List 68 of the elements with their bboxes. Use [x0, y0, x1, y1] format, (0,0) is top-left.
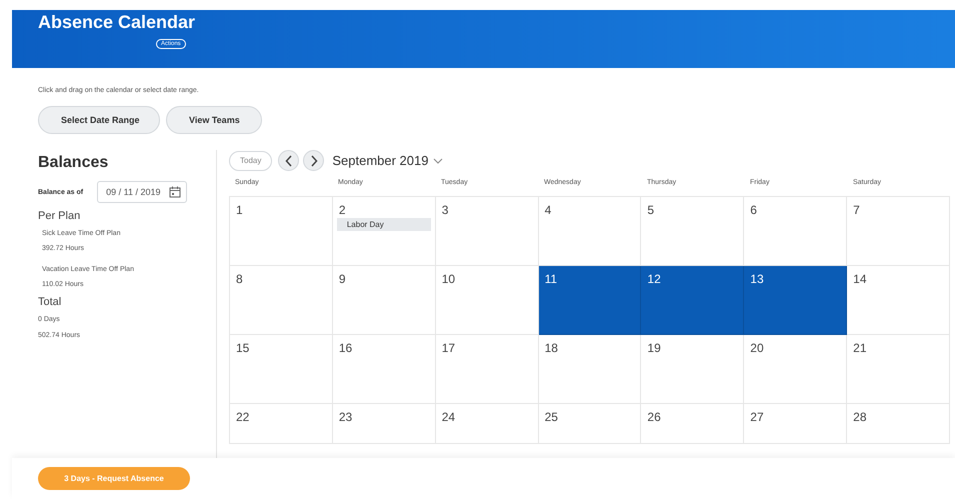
day-cell[interactable]: 7 [847, 197, 950, 266]
day-cell[interactable]: 17 [436, 335, 539, 404]
day-number: 27 [749, 410, 764, 424]
action-button[interactable]: View Teams [166, 106, 262, 134]
day-number: 15 [235, 341, 250, 355]
day-cell[interactable]: 13 [744, 266, 848, 335]
day-cell[interactable]: 14 [847, 266, 950, 335]
day-number: 7 [852, 203, 860, 217]
day-cell[interactable]: 15 [230, 335, 333, 404]
day-number: 10 [440, 272, 456, 286]
day-cell[interactable]: 19 [641, 335, 744, 404]
day-cell[interactable]: 28 [847, 404, 950, 444]
next-button[interactable] [303, 150, 324, 171]
day-cell[interactable]: 11 [538, 266, 642, 335]
chevron-left-icon [284, 154, 293, 166]
day-number: 21 [852, 341, 866, 355]
action-button[interactable]: Select Date Range [38, 106, 160, 134]
day-cell[interactable]: 26 [641, 404, 744, 444]
day-cell[interactable]: 20 [744, 335, 848, 404]
day-number: 13 [749, 272, 764, 286]
day-cell[interactable]: 18 [538, 335, 642, 404]
date-field[interactable]: 09 / 11 / 2019 [97, 181, 187, 203]
day-cell[interactable]: 2 Labor Day [332, 197, 436, 266]
day-number: 12 [646, 272, 661, 286]
day-number: 25 [544, 410, 558, 424]
per-plan-heading: Per Plan [38, 210, 82, 222]
day-cell[interactable]: 22 [230, 404, 333, 444]
day-number: 20 [749, 341, 764, 355]
day-number: 6 [749, 203, 757, 217]
calendar-icon[interactable] [168, 186, 181, 198]
day-number: 18 [544, 341, 558, 355]
day-number: 16 [338, 341, 352, 355]
month-selector[interactable]: September 2019 [328, 153, 448, 168]
day-cell[interactable]: 27 [744, 404, 848, 444]
day-cell[interactable]: 25 [538, 404, 642, 444]
day-number: 4 [544, 203, 552, 217]
day-cell[interactable]: 21 [847, 335, 950, 404]
day-number: 24 [440, 410, 456, 424]
day-number: 1 [235, 203, 243, 217]
day-number: 2 [338, 203, 346, 217]
day-number: 19 [646, 341, 661, 355]
page-title: Absence Calendar [38, 12, 196, 33]
day-cell[interactable]: 8 [230, 266, 333, 335]
day-number: 8 [235, 272, 243, 286]
balances-heading: Balances [38, 154, 110, 172]
day-cell[interactable]: 12 [641, 266, 744, 335]
day-cell[interactable]: 3 [436, 197, 539, 266]
previous-button[interactable] [278, 150, 300, 171]
day-number: 11 [544, 272, 558, 286]
holiday-event[interactable]: Labor Day [336, 218, 431, 231]
day-number: 22 [235, 410, 250, 424]
day-cell[interactable]: 16 [332, 335, 436, 404]
today-button[interactable]: Today [229, 150, 272, 170]
day-number: 14 [852, 272, 866, 286]
day-number: 26 [646, 410, 661, 424]
day-number: 5 [646, 203, 654, 217]
chevron-right-icon [310, 154, 318, 166]
day-number: 28 [852, 410, 866, 424]
day-number: 17 [440, 341, 456, 355]
day-number: 3 [440, 203, 448, 217]
day-cell[interactable]: 24 [436, 404, 539, 444]
total-heading: Total [38, 296, 62, 308]
day-cell[interactable]: 23 [332, 404, 436, 444]
day-number: 9 [338, 272, 346, 286]
day-cell[interactable]: 1 [230, 197, 333, 266]
chevron-down-icon [433, 158, 444, 164]
day-number: 23 [338, 410, 352, 424]
day-cell[interactable]: 9 [332, 266, 436, 335]
